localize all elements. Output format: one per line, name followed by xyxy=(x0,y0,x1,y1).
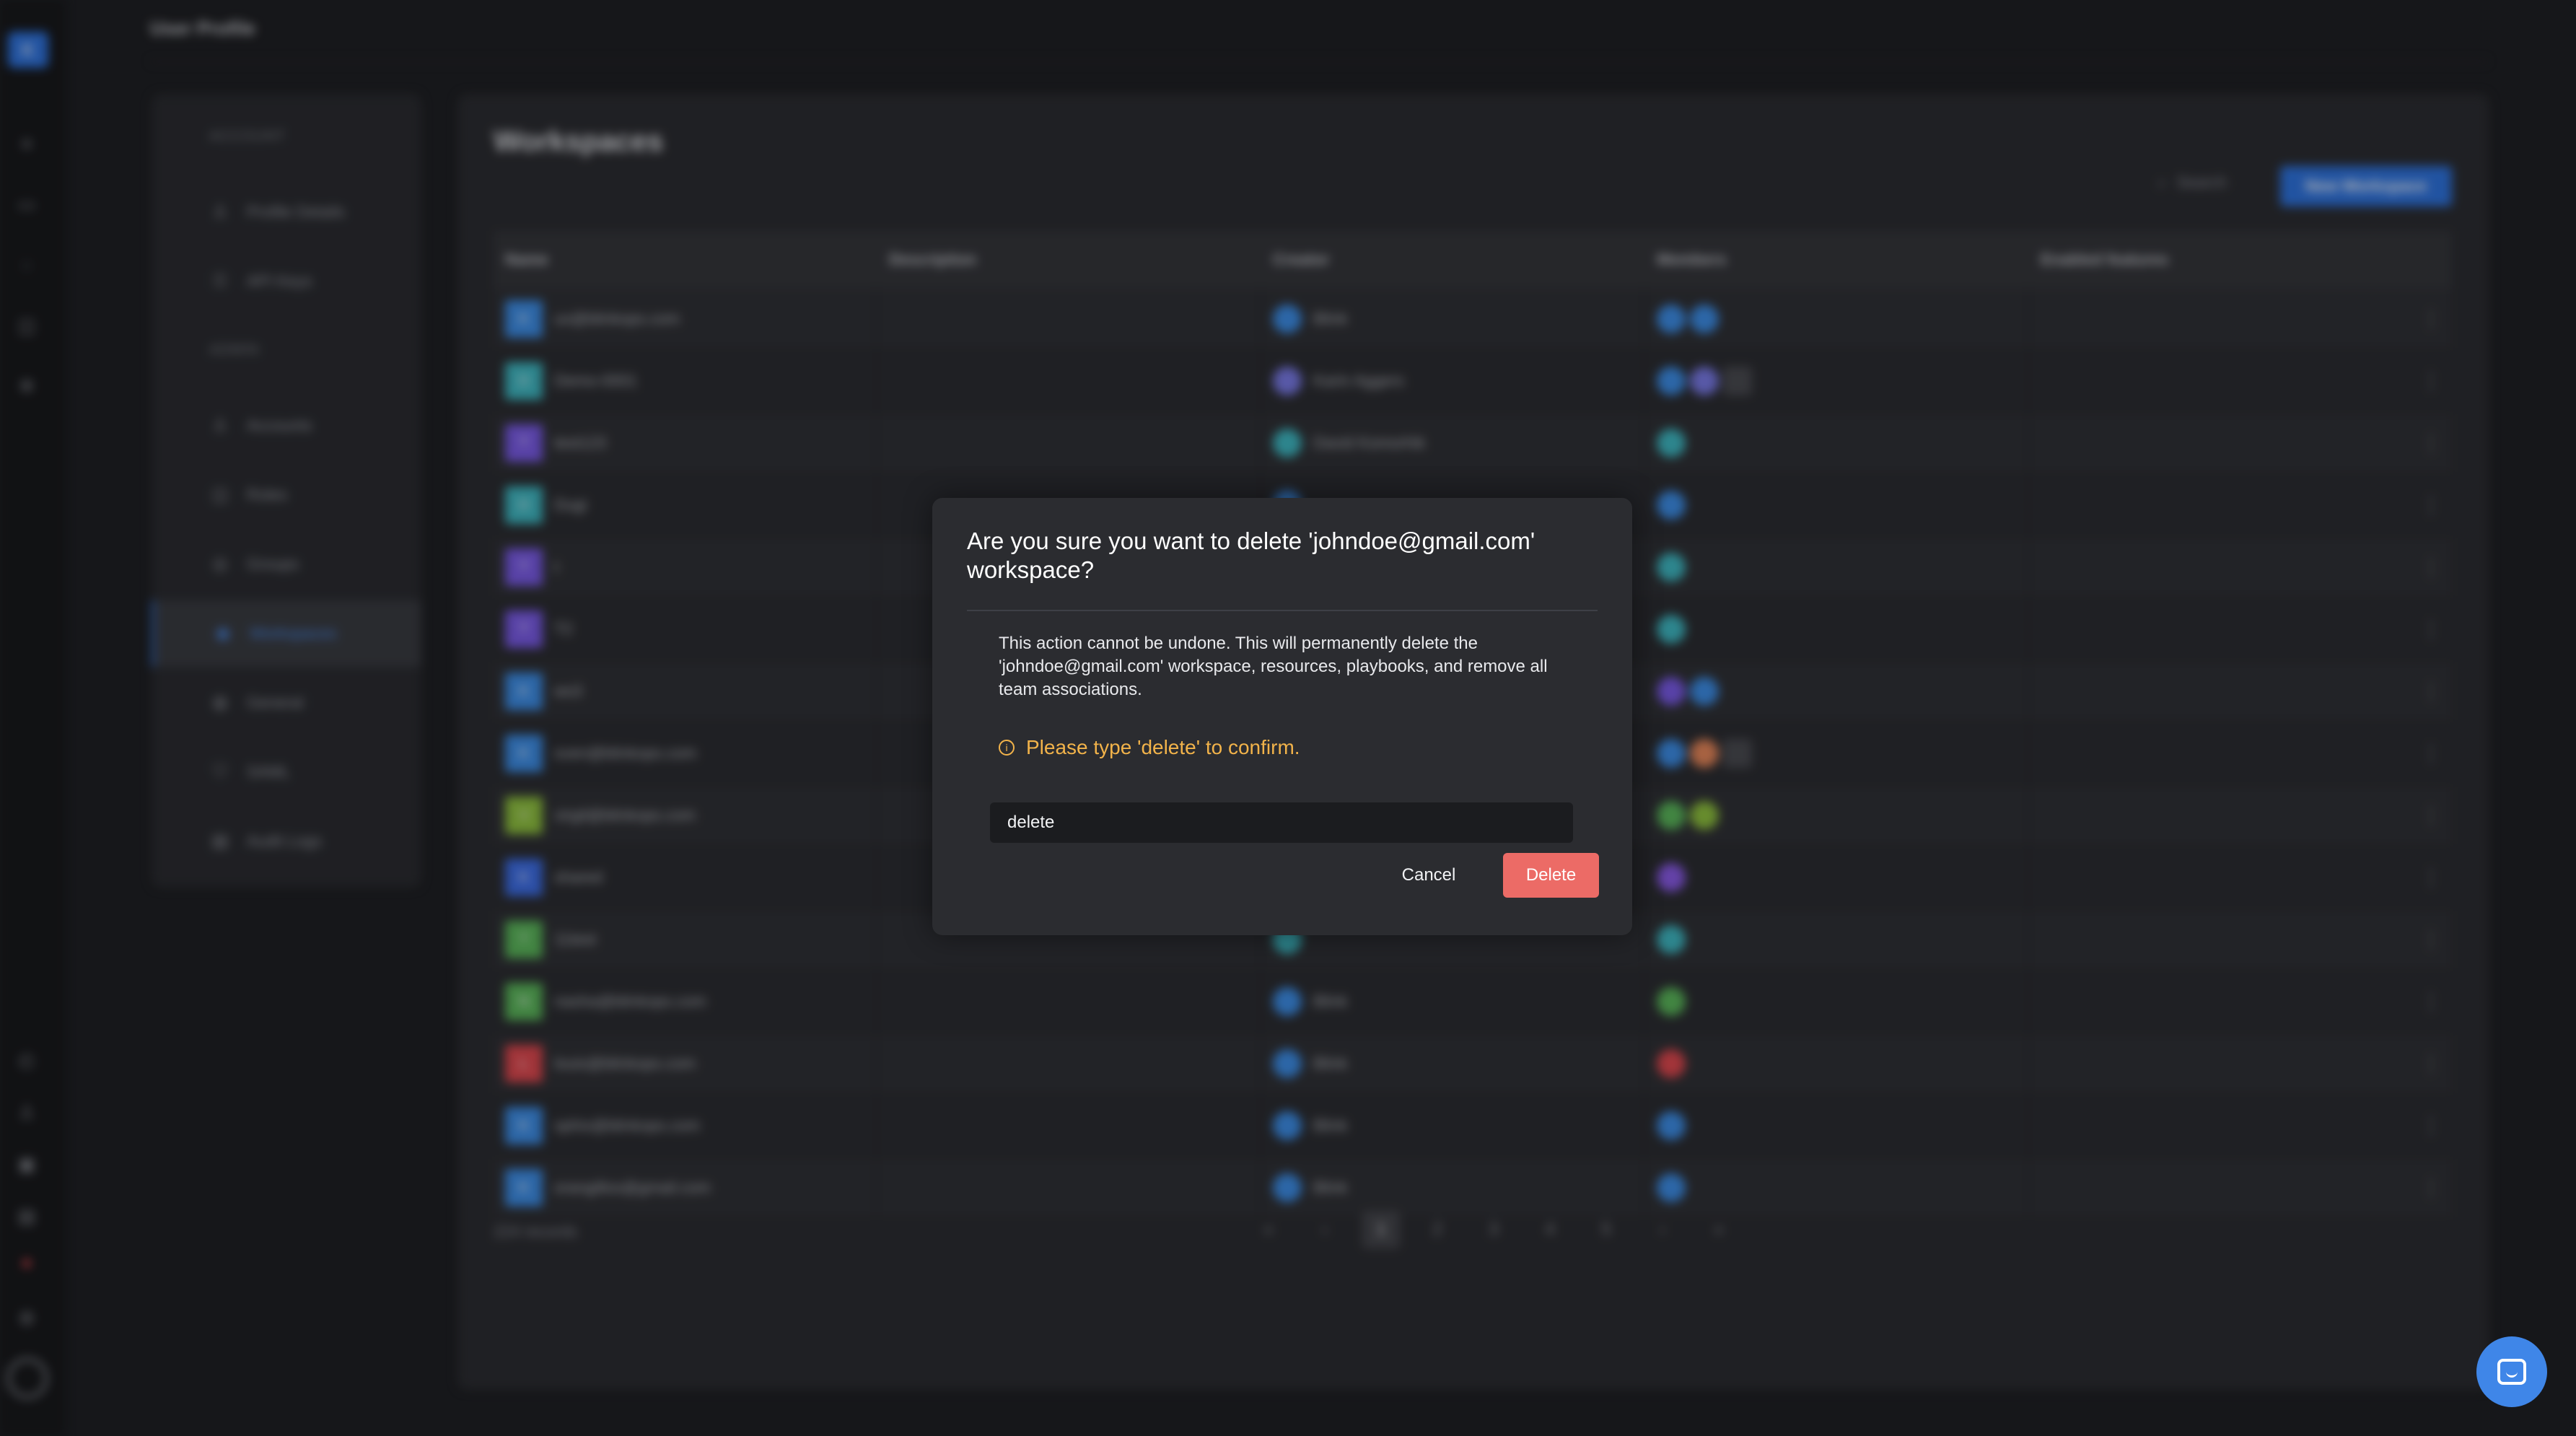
confirm-instruction-text: Please type 'delete' to confirm. xyxy=(1026,736,1300,758)
confirm-delete-input[interactable] xyxy=(990,802,1573,843)
chat-launcher-button[interactable] xyxy=(2476,1336,2547,1407)
delete-workspace-dialog: Are you sure you want to delete 'johndoe… xyxy=(932,498,1632,935)
dialog-description: This action cannot be undone. This will … xyxy=(999,634,1548,699)
cancel-button[interactable]: Cancel xyxy=(1391,853,1466,898)
dialog-divider xyxy=(967,610,1598,611)
confirm-instruction: i Please type 'delete' to confirm. xyxy=(999,736,1300,759)
chat-icon xyxy=(2497,1359,2526,1385)
info-icon: i xyxy=(999,740,1015,756)
dialog-title: Are you sure you want to delete 'johndoe… xyxy=(967,527,1535,583)
delete-button[interactable]: Delete xyxy=(1503,853,1599,898)
